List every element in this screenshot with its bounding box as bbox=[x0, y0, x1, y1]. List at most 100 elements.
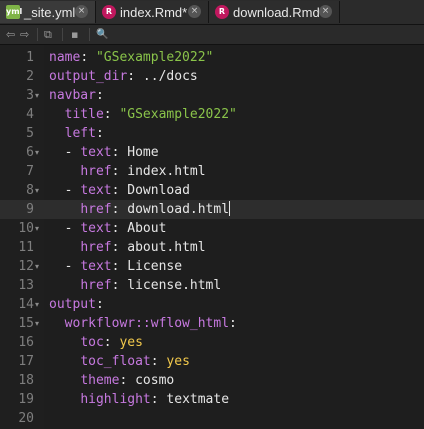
tab-label: download.Rmd bbox=[233, 4, 320, 20]
code-text: href: license.html bbox=[49, 276, 221, 295]
code-editor[interactable]: 1 name: "GSexample2022" 2 output_dir: ../do… bbox=[0, 45, 424, 429]
code-token: title bbox=[64, 107, 104, 122]
fold-toggle-icon[interactable]: ▾ bbox=[35, 314, 44, 333]
code-line[interactable]: 8 ▾ - text: Download bbox=[0, 181, 424, 200]
code-line[interactable]: 2 output_dir: ../docs bbox=[0, 67, 424, 86]
code-text: output: bbox=[49, 295, 104, 314]
tab-label: index.Rmd* bbox=[120, 4, 188, 20]
line-number: 8 bbox=[26, 183, 34, 198]
line-number: 16 bbox=[18, 335, 34, 350]
rmd-file-icon: R bbox=[215, 5, 229, 19]
fold-toggle-icon[interactable]: ▾ bbox=[35, 257, 44, 276]
code-token: : bbox=[103, 107, 120, 122]
line-number: 6 bbox=[26, 145, 34, 160]
code-line[interactable]: 12 ▾ - text: License bbox=[0, 257, 424, 276]
code-token: - bbox=[49, 259, 81, 274]
close-icon[interactable]: × bbox=[75, 5, 88, 18]
code-line[interactable]: 5 left: bbox=[0, 124, 424, 143]
code-token: : Home bbox=[111, 145, 159, 160]
code-token: text bbox=[80, 145, 112, 160]
tab-site-yml[interactable]: yml _site.yml × bbox=[0, 1, 96, 23]
code-token: yes bbox=[166, 354, 190, 369]
code-line[interactable]: 13 href: license.html bbox=[0, 276, 424, 295]
code-line[interactable]: 6 ▾ - text: Home bbox=[0, 143, 424, 162]
code-line[interactable]: 17 toc_float: yes bbox=[0, 352, 424, 371]
code-text: toc_float: yes bbox=[49, 352, 190, 371]
code-token: : bbox=[95, 88, 104, 103]
code-token: - bbox=[49, 183, 81, 198]
code-text: - text: License bbox=[49, 257, 182, 276]
code-line[interactable]: 11 href: about.html bbox=[0, 238, 424, 257]
code-text: output_dir: ../docs bbox=[49, 67, 198, 86]
line-number: 10 bbox=[18, 221, 34, 236]
save-icon[interactable]: ▪ bbox=[71, 27, 78, 42]
code-text: highlight: textmate bbox=[49, 390, 229, 409]
fold-toggle-icon[interactable]: ▾ bbox=[35, 86, 44, 105]
fold-toggle-icon[interactable]: ▾ bbox=[35, 143, 44, 162]
code-token: : bbox=[95, 126, 104, 141]
code-token: "GSexample2022" bbox=[95, 50, 214, 65]
fold-toggle-icon[interactable]: ▾ bbox=[35, 181, 44, 200]
code-token: : about.html bbox=[111, 240, 206, 255]
code-text: href: download.html bbox=[49, 200, 231, 219]
code-token: : bbox=[103, 335, 120, 350]
code-text: - text: Download bbox=[49, 181, 190, 200]
code-line[interactable]: 9 href: download.html bbox=[0, 200, 424, 219]
line-number: 3 bbox=[26, 88, 34, 103]
line-number: 11 bbox=[18, 240, 34, 255]
code-token: : ../docs bbox=[127, 69, 198, 84]
code-token: : Download bbox=[111, 183, 190, 198]
code-line[interactable]: 7 href: index.html bbox=[0, 162, 424, 181]
code-token: : bbox=[229, 316, 237, 331]
close-icon[interactable]: × bbox=[188, 5, 201, 18]
back-arrow-icon[interactable]: ⇦ bbox=[6, 27, 15, 42]
code-token: : cosmo bbox=[119, 373, 175, 388]
code-text: workflowr::wflow_html: bbox=[49, 314, 237, 333]
code-token: : download.html bbox=[111, 202, 230, 217]
text-cursor bbox=[229, 201, 231, 216]
code-token: - bbox=[49, 221, 81, 236]
code-token: : index.html bbox=[111, 164, 206, 179]
close-icon[interactable]: × bbox=[319, 5, 332, 18]
code-token: left bbox=[64, 126, 96, 141]
code-token: text bbox=[80, 259, 112, 274]
tab-index-rmd[interactable]: R index.Rmd* × bbox=[96, 1, 209, 23]
code-line[interactable]: 16 toc: yes bbox=[0, 333, 424, 352]
show-in-window-icon[interactable]: ⧉ bbox=[44, 27, 52, 42]
code-token: : textmate bbox=[150, 392, 230, 407]
code-token: : bbox=[95, 297, 104, 312]
line-number: 7 bbox=[26, 164, 34, 179]
editor-tab-bar: yml _site.yml × R index.Rmd* × R downloa… bbox=[0, 0, 424, 25]
code-line[interactable]: 10 ▾ - text: About bbox=[0, 219, 424, 238]
fold-toggle-icon[interactable]: ▾ bbox=[35, 295, 44, 314]
code-text: - text: Home bbox=[49, 143, 159, 162]
code-line[interactable]: 18 theme: cosmo bbox=[0, 371, 424, 390]
code-text: name: "GSexample2022" bbox=[49, 48, 213, 67]
code-line[interactable]: 3 ▾ navbar: bbox=[0, 86, 424, 105]
forward-arrow-icon[interactable]: ⇨ bbox=[20, 27, 29, 42]
code-line[interactable]: 4 title: "GSexample2022" bbox=[0, 105, 424, 124]
code-line[interactable]: 19 highlight: textmate bbox=[0, 390, 424, 409]
search-icon[interactable]: 🔍 bbox=[96, 27, 108, 42]
rstudio-source-pane: yml _site.yml × R index.Rmd* × R downloa… bbox=[0, 0, 424, 429]
code-token: toc_float bbox=[80, 354, 151, 369]
tab-download-rmd[interactable]: R download.Rmd × bbox=[209, 1, 340, 23]
fold-toggle-icon[interactable]: ▾ bbox=[35, 219, 44, 238]
code-text: navbar: bbox=[49, 86, 104, 105]
code-token: theme bbox=[80, 373, 120, 388]
code-line[interactable]: 14 ▾ output: bbox=[0, 295, 424, 314]
rmd-file-icon: R bbox=[102, 5, 116, 19]
code-line[interactable]: 20 bbox=[0, 409, 424, 428]
code-line[interactable]: 15 ▾ workflowr::wflow_html: bbox=[0, 314, 424, 333]
code-line[interactable]: 1 name: "GSexample2022" bbox=[0, 48, 424, 67]
line-number: 12 bbox=[18, 259, 34, 274]
code-token: href bbox=[80, 164, 112, 179]
line-number: 4 bbox=[26, 107, 34, 122]
code-token: href bbox=[80, 240, 112, 255]
line-number: 14 bbox=[18, 297, 34, 312]
